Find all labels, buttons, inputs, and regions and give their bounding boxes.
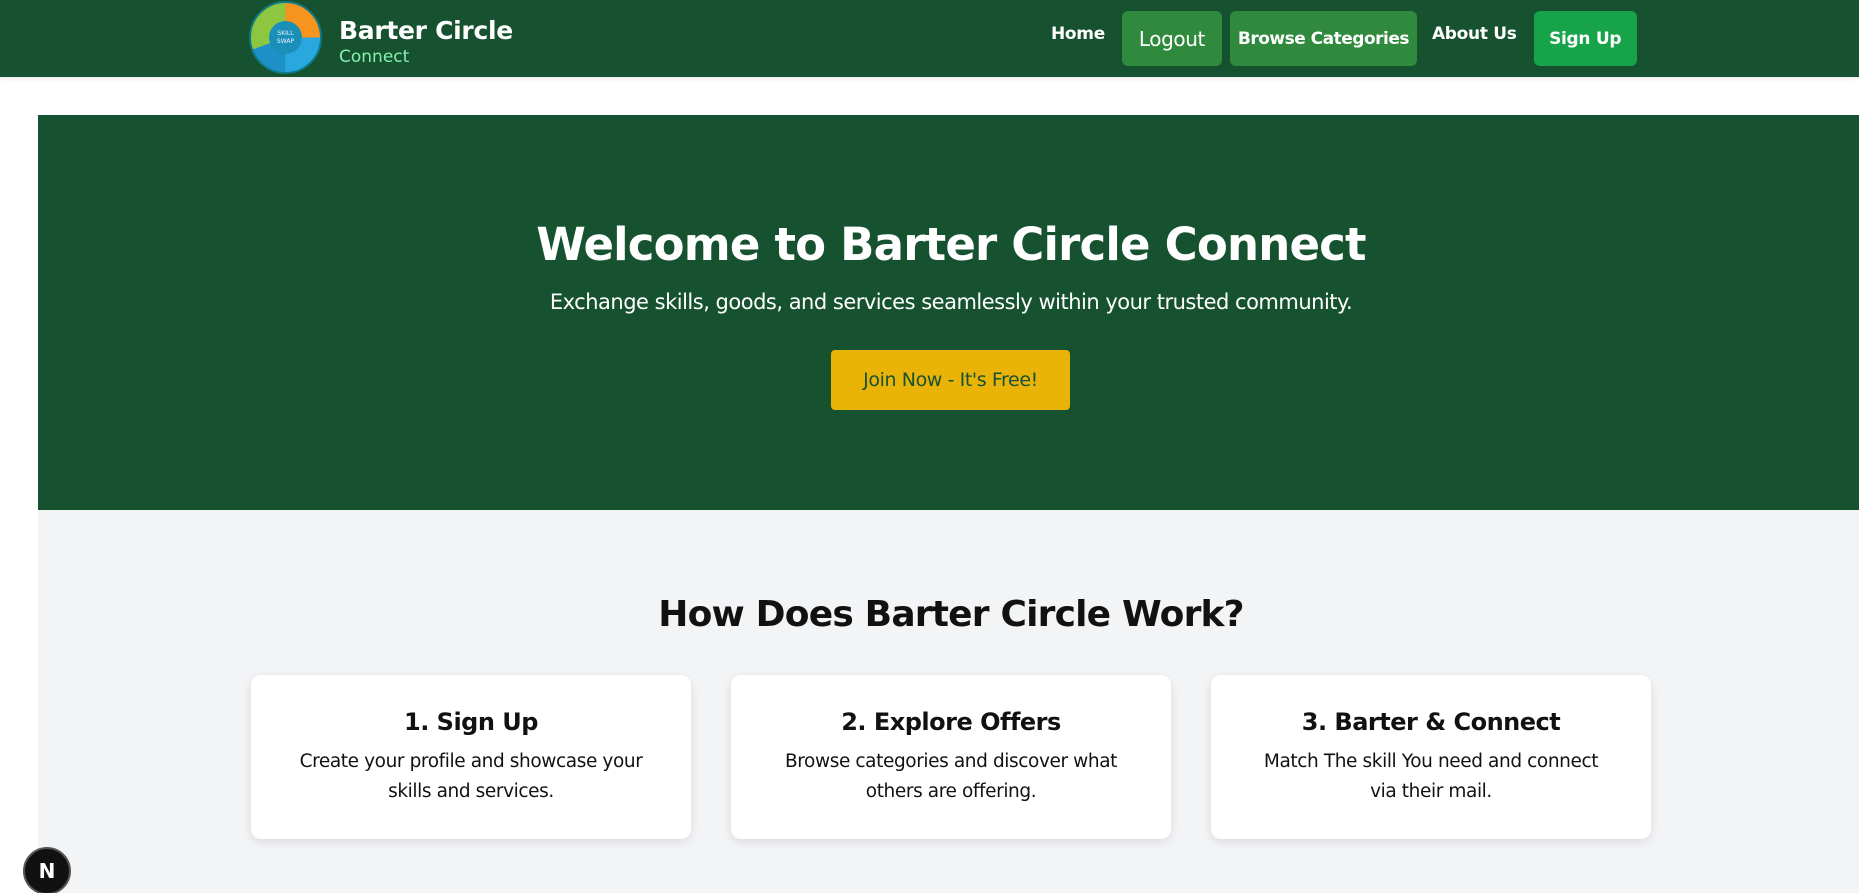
step-card-sign-up: 1. Sign Up Create your profile and showc…: [251, 675, 691, 839]
how-it-works-section: How Does Barter Circle Work? 1. Sign Up …: [38, 510, 1859, 893]
page: SKILL SWAP Barter Circle Connect Home Lo…: [0, 0, 1859, 893]
nav-about-link[interactable]: About Us: [1416, 11, 1533, 57]
hero-title: Welcome to Barter Circle Connect: [536, 218, 1366, 271]
step-description: Browse categories and discover what othe…: [784, 751, 1118, 802]
signup-button[interactable]: Sign Up: [1533, 11, 1637, 66]
logout-button[interactable]: Logout: [1121, 11, 1222, 66]
brand-text: Barter Circle Connect: [339, 8, 513, 68]
navbar: SKILL SWAP Barter Circle Connect Home Lo…: [0, 0, 1859, 77]
browse-categories-button[interactable]: Browse Categories: [1229, 11, 1417, 66]
brand-title: Barter Circle: [339, 15, 513, 45]
step-card-barter-connect: 3. Barter & Connect Match The skill You …: [1211, 675, 1651, 839]
logo-center: SKILL SWAP: [269, 21, 302, 54]
brand-subtitle: Connect: [339, 46, 410, 67]
logo-icon: SKILL SWAP: [249, 1, 322, 74]
nav-links: Home Logout Browse Categories About Us S…: [1035, 11, 1637, 66]
step-title: 1. Sign Up: [404, 708, 538, 736]
step-title: 2. Explore Offers: [841, 708, 1061, 736]
hero-subtitle: Exchange skills, goods, and services sea…: [549, 290, 1353, 314]
hero-section: Welcome to Barter Circle Connect Exchang…: [38, 115, 1859, 510]
step-title: 3. Barter & Connect: [1301, 708, 1561, 736]
step-card-explore-offers: 2. Explore Offers Browse categories and …: [731, 675, 1171, 839]
how-it-works-title: How Does Barter Circle Work?: [658, 594, 1244, 635]
step-description: Match The skill You need and connect via…: [1263, 751, 1599, 802]
step-description: Create your profile and showcase your sk…: [299, 751, 643, 802]
join-now-button[interactable]: Join Now - It's Free!: [831, 350, 1070, 410]
brand-link[interactable]: SKILL SWAP Barter Circle Connect: [249, 1, 513, 74]
nav-home-link[interactable]: Home: [1035, 11, 1121, 57]
dev-tools-badge-icon[interactable]: N: [23, 847, 71, 893]
